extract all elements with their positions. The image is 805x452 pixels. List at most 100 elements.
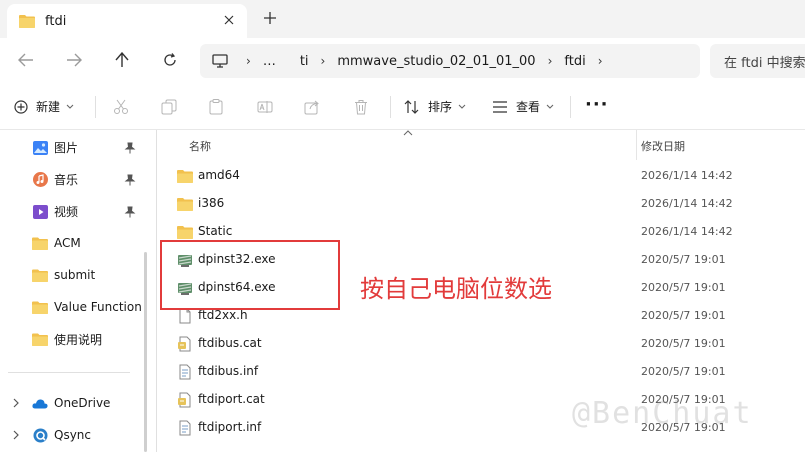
file-name: amd64 xyxy=(198,168,240,182)
file-name: i386 xyxy=(198,196,225,210)
settings-file-icon xyxy=(179,420,191,436)
file-date: 2020/5/7 19:01 xyxy=(641,365,726,378)
chevron-right-icon: › xyxy=(597,54,603,68)
column-divider[interactable] xyxy=(636,130,637,160)
tab-title: ftdi xyxy=(45,13,67,29)
sidebar-item-pictures[interactable]: 图片 xyxy=(32,139,78,156)
copy-icon[interactable] xyxy=(160,98,178,116)
sidebar-item-label: Value Function xyxy=(54,300,142,314)
folder-icon xyxy=(177,198,193,211)
file-date: 2026/1/14 14:42 xyxy=(641,169,733,182)
pin-icon[interactable] xyxy=(124,174,136,186)
search-input[interactable]: 在 ftdi 中搜索 xyxy=(710,44,805,78)
annotation-text: 按自己电脑位数选 xyxy=(360,275,552,303)
table-row[interactable]: amd64 2026/1/14 14:42 xyxy=(157,162,805,190)
new-button[interactable]: 新建 xyxy=(14,98,74,115)
sidebar-item-qsync[interactable]: Qsync xyxy=(32,427,91,443)
cut-icon[interactable] xyxy=(112,98,130,116)
sidebar-item-label: 视频 xyxy=(54,205,79,219)
tab-ftdi[interactable]: ftdi xyxy=(7,4,247,38)
sidebar-divider xyxy=(8,372,130,373)
videos-icon xyxy=(32,204,48,220)
sidebar-item-label: ACM xyxy=(54,236,81,250)
qsync-icon xyxy=(32,427,48,443)
folder-icon xyxy=(32,235,48,251)
folder-icon xyxy=(32,332,48,348)
file-name: ftdibus.inf xyxy=(198,364,259,378)
onedrive-icon xyxy=(32,395,48,411)
chevron-right-icon: › xyxy=(547,54,553,68)
paste-icon[interactable] xyxy=(207,98,225,116)
file-name: ftdiport.inf xyxy=(198,420,262,434)
delete-icon[interactable] xyxy=(352,98,370,116)
sidebar-item-music[interactable]: 音乐 xyxy=(32,171,78,188)
file-name: ftdibus.cat xyxy=(198,336,262,350)
navigation-pane: 图片 音乐 视频 ACM submit Value Function 使用说明 … xyxy=(0,130,148,452)
sidebar-item-label: 使用说明 xyxy=(54,333,103,347)
sidebar-item-onedrive[interactable]: OneDrive xyxy=(32,395,110,411)
view-button[interactable]: 查看 xyxy=(492,98,554,115)
file-date: 2020/5/7 19:01 xyxy=(641,281,726,294)
file-date: 2026/1/14 14:42 xyxy=(641,197,733,210)
tab-bar: ftdi xyxy=(0,0,805,38)
catalog-icon xyxy=(178,392,191,408)
chevron-right-icon: › xyxy=(320,54,326,68)
refresh-icon[interactable] xyxy=(160,50,180,70)
pin-icon[interactable] xyxy=(124,206,136,218)
close-icon[interactable] xyxy=(221,12,237,28)
up-arrow-icon[interactable] xyxy=(112,50,132,70)
breadcrumb-mmwave-studio[interactable]: mmwave_studio_02_01_01_00 xyxy=(337,54,535,69)
sort-label: 排序 xyxy=(428,100,453,114)
forward-arrow-icon[interactable] xyxy=(64,50,84,70)
sidebar-item-label: submit xyxy=(54,268,96,282)
folder-icon xyxy=(32,299,48,315)
watermark: @BenChuat xyxy=(572,396,753,431)
chevron-right-icon[interactable] xyxy=(11,398,21,408)
command-bar: 新建 排序 查看 ··· xyxy=(0,84,805,130)
table-row[interactable]: i386 2026/1/14 14:42 xyxy=(157,190,805,218)
new-tab-button[interactable] xyxy=(262,10,278,26)
pictures-icon xyxy=(32,140,48,156)
chevron-right-icon: › xyxy=(246,54,251,68)
sidebar-item-submit[interactable]: submit xyxy=(32,267,95,283)
view-label: 查看 xyxy=(516,100,541,114)
sort-button[interactable]: 排序 xyxy=(404,98,466,115)
sidebar-item-label: 图片 xyxy=(54,141,79,155)
breadcrumb-ti[interactable]: ti xyxy=(300,54,309,69)
sidebar-item-label: Qsync xyxy=(54,428,92,442)
sidebar-scrollbar[interactable] xyxy=(144,252,147,452)
folder-icon xyxy=(19,15,35,28)
column-header-name[interactable]: 名称 xyxy=(189,138,211,154)
pin-icon[interactable] xyxy=(124,142,136,154)
table-row[interactable]: ftdibus.cat 2020/5/7 19:01 xyxy=(157,330,805,358)
address-bar[interactable]: › … ti › mmwave_studio_02_01_01_00 › ftd… xyxy=(200,44,700,78)
breadcrumb-overflow[interactable]: … xyxy=(263,54,276,69)
computer-icon xyxy=(212,54,228,68)
sidebar-item-label: OneDrive xyxy=(54,396,111,410)
new-label: 新建 xyxy=(36,100,61,114)
file-date: 2020/5/7 19:01 xyxy=(641,337,726,350)
file-name: ftdiport.cat xyxy=(198,392,265,406)
file-name: Static xyxy=(198,224,233,238)
toolbar-divider xyxy=(390,96,391,118)
column-header-modified[interactable]: 修改日期 xyxy=(641,138,685,154)
file-date: 2020/5/7 19:01 xyxy=(641,309,726,322)
table-row[interactable]: ftdibus.inf 2020/5/7 19:01 xyxy=(157,358,805,386)
breadcrumb-ftdi[interactable]: ftdi xyxy=(564,54,585,69)
rename-icon[interactable] xyxy=(256,98,274,116)
back-arrow-icon[interactable] xyxy=(16,50,36,70)
sidebar-item-acm[interactable]: ACM xyxy=(32,235,81,251)
sidebar-item-value-function[interactable]: Value Function xyxy=(32,299,142,315)
sidebar-item-instructions[interactable]: 使用说明 xyxy=(32,331,102,348)
share-icon[interactable] xyxy=(303,98,321,116)
document-icon xyxy=(179,308,191,324)
sidebar-item-videos[interactable]: 视频 xyxy=(32,203,78,220)
plus-icon xyxy=(14,99,28,114)
sort-ascending-icon xyxy=(403,130,413,136)
toolbar-divider xyxy=(95,96,96,118)
more-options-button[interactable]: ··· xyxy=(585,94,609,115)
file-name: ftd2xx.h xyxy=(198,308,248,322)
sort-icon xyxy=(404,99,419,114)
chevron-right-icon[interactable] xyxy=(11,430,21,440)
chevron-down-icon xyxy=(458,104,466,109)
